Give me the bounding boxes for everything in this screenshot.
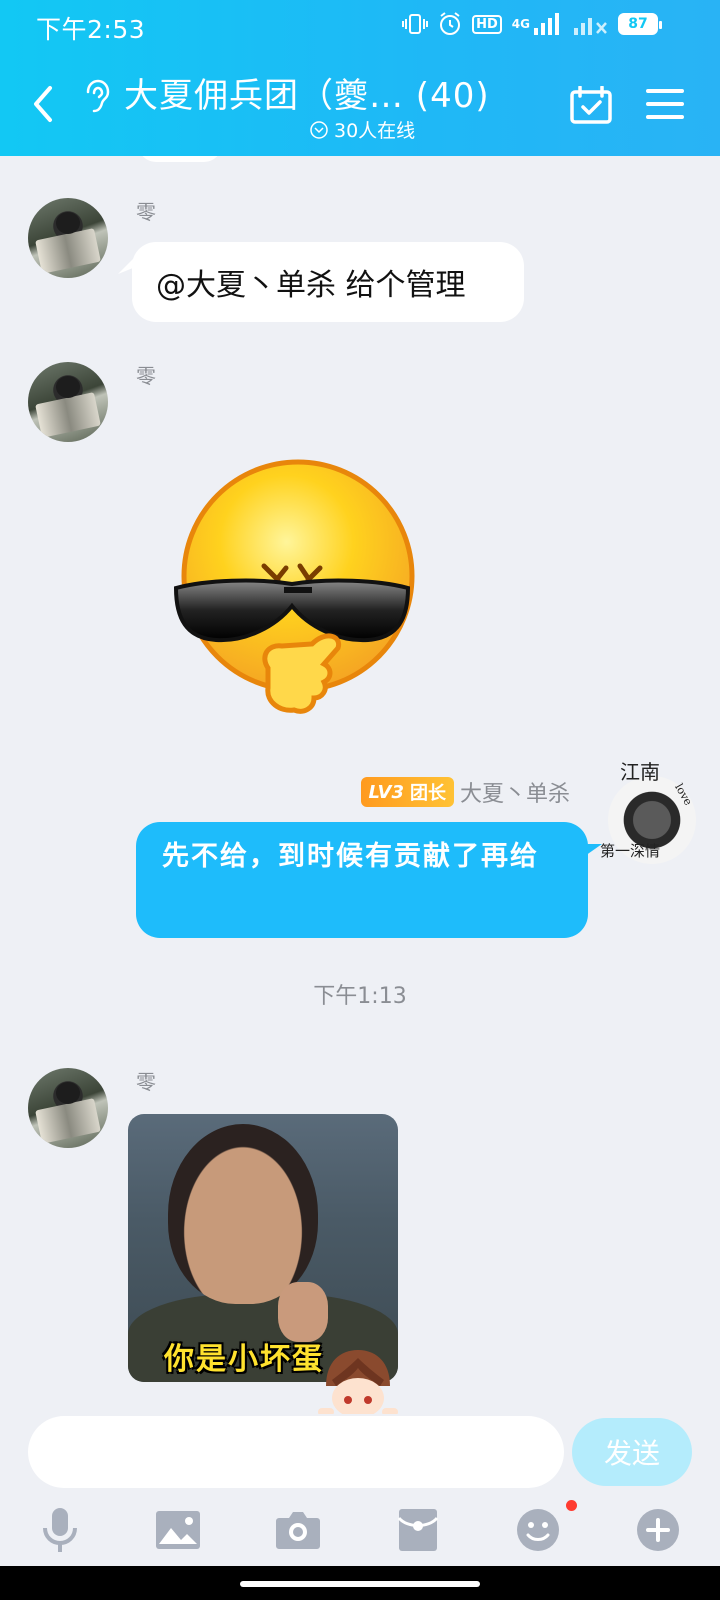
level-text: LV3 [368,781,404,803]
battery-icon: 87 [618,13,662,35]
self-avatar[interactable]: 江南 love 第一深情 [600,760,696,864]
avatar-text-bottom: 第一深情 [600,842,661,860]
message-bubble[interactable]: @大夏丶单杀 给个管理 [132,242,524,322]
network-label: 4G [511,17,530,31]
mic-icon[interactable] [36,1506,84,1554]
ear-icon[interactable] [80,78,112,114]
chat-header: 下午2:53 HD 4G 87 大夏佣兵团（夔… (40) 30人在线 [0,0,720,156]
back-button[interactable] [28,84,58,124]
status-time: 下午2:53 [36,15,146,44]
image-caption: 你是小坏蛋 [164,1342,324,1377]
chibi-sticker [318,1350,398,1414]
avatar[interactable] [28,362,108,442]
plus-icon[interactable] [634,1506,682,1554]
message-input[interactable] [28,1416,564,1488]
sunglasses-emoji-sticker[interactable] [172,458,422,728]
input-bar: 发送 [0,1414,720,1496]
sender-name: 零 [136,200,156,224]
online-text: 30人在线 [334,120,416,142]
send-button[interactable]: 发送 [572,1418,692,1486]
image-icon[interactable] [154,1506,202,1554]
status-icons: HD 4G 87 [402,12,662,36]
hd-icon: HD [472,14,502,34]
chat-area[interactable]: 零 @大夏丶单杀 给个管理 零 LV3 团长 大夏丶单杀 江南 love 第一深… [0,156,720,1414]
sender-name: 大夏丶单杀 [459,782,570,807]
vibrate-icon [402,14,429,34]
sender-name: 零 [136,364,156,388]
online-count[interactable]: 30人在线 [310,116,415,143]
sender-name: 零 [136,1070,156,1094]
chat-toolbar [0,1496,720,1566]
group-title[interactable]: 大夏佣兵团（夔… (40) [124,68,490,117]
emoji-icon[interactable] [514,1506,562,1554]
message-bubble[interactable]: 先不给，到时候有贡献了再给 [136,822,588,938]
system-nav-bar [0,1566,720,1600]
chevron-down-icon [310,120,328,139]
image-message[interactable]: 你是小坏蛋 [128,1114,398,1382]
alarm-icon [440,12,461,35]
avatar-text-top: 江南 [620,760,660,784]
avatar-text-side: love [672,781,695,808]
timestamp: 下午1:13 [313,984,407,1009]
previous-bubble [138,156,222,162]
level-badge: LV3 团长 [360,777,454,807]
avatar[interactable] [28,198,108,278]
menu-icon[interactable] [646,88,684,120]
calendar-check-icon[interactable] [570,86,612,124]
self-sender-row: LV3 团长 大夏丶单杀 [360,776,570,808]
signal-weak-icon [574,18,607,35]
role-text: 团长 [409,783,446,804]
notification-dot [566,1500,577,1511]
camera-icon[interactable] [274,1506,322,1554]
red-packet-icon[interactable] [394,1506,442,1554]
home-indicator[interactable] [240,1581,480,1587]
avatar[interactable] [28,1068,108,1148]
signal-icon [534,13,559,35]
